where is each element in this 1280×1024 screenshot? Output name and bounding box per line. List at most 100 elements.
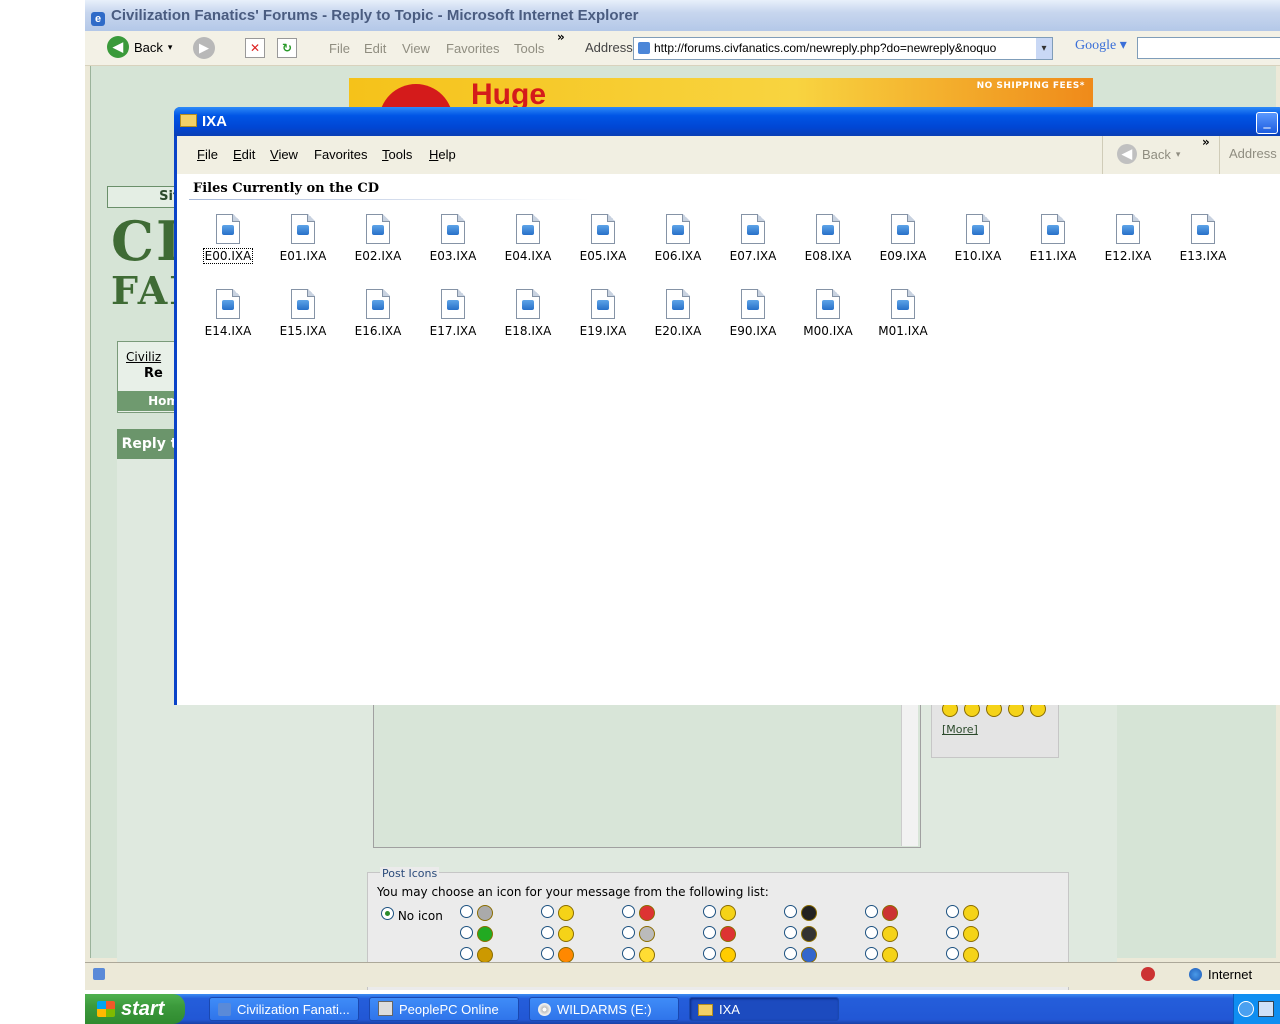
file-item[interactable]: E12.IXA	[1091, 214, 1165, 263]
post-icon-radio[interactable]	[622, 926, 635, 939]
post-icon-radio[interactable]	[460, 905, 473, 918]
ie-back-button[interactable]: ◀ Back ▾	[107, 36, 172, 58]
ie-menu-view[interactable]: View	[402, 41, 430, 56]
ie-menu-favorites[interactable]: Favorites	[446, 41, 499, 56]
post-icon-option[interactable]	[784, 926, 817, 942]
file-item[interactable]: E01.IXA	[266, 214, 340, 263]
ie-menu-edit[interactable]: Edit	[364, 41, 386, 56]
post-icon-radio[interactable]	[541, 905, 554, 918]
task-wildarms-drive[interactable]: WILDARMS (E:)	[529, 997, 679, 1021]
post-icon-radio[interactable]	[703, 905, 716, 918]
post-icon-radio[interactable]	[703, 926, 716, 939]
ie-forward-button[interactable]: ▶	[193, 37, 215, 59]
post-icon-option[interactable]	[865, 926, 898, 942]
post-icon-option[interactable]	[946, 926, 979, 942]
post-icon-option[interactable]	[541, 905, 574, 921]
post-icon-radio[interactable]	[946, 947, 959, 960]
file-item[interactable]: E07.IXA	[716, 214, 790, 263]
file-item[interactable]: E09.IXA	[866, 214, 940, 263]
menu-tools[interactable]: Tools	[382, 147, 412, 162]
post-icon-option[interactable]	[703, 926, 736, 942]
refresh-icon[interactable]: ↻	[277, 38, 297, 58]
google-search-input[interactable]	[1137, 37, 1280, 59]
post-icon-radio[interactable]	[703, 947, 716, 960]
post-icon-radio[interactable]	[946, 926, 959, 939]
post-icon-radio[interactable]	[865, 947, 878, 960]
ad-banner[interactable]: Huge NO SHIPPING FEES*	[349, 78, 1093, 108]
post-icon-radio[interactable]	[541, 926, 554, 939]
file-item[interactable]: E08.IXA	[791, 214, 865, 263]
post-icon-option[interactable]	[946, 947, 979, 963]
post-icon-option[interactable]	[784, 947, 817, 963]
menu-favorites[interactable]: Favorites	[314, 147, 367, 162]
task-ixa-folder[interactable]: IXA	[689, 997, 839, 1021]
tray-expand-icon[interactable]	[1238, 1001, 1254, 1017]
google-toolbar-logo[interactable]: Google ▾	[1075, 37, 1127, 54]
explorer-title-bar[interactable]: IXA	[174, 107, 1280, 136]
post-icon-radio[interactable]	[784, 947, 797, 960]
post-icon-radio[interactable]	[622, 905, 635, 918]
post-icon-option[interactable]	[541, 926, 574, 942]
explorer-toolbar-chevron[interactable]: »	[1202, 135, 1210, 149]
file-item[interactable]: E20.IXA	[641, 289, 715, 338]
file-item[interactable]: E05.IXA	[566, 214, 640, 263]
post-icon-radio[interactable]	[622, 947, 635, 960]
file-item[interactable]: E03.IXA	[416, 214, 490, 263]
file-item[interactable]: E19.IXA	[566, 289, 640, 338]
file-item[interactable]: E11.IXA	[1016, 214, 1090, 263]
post-icon-option[interactable]	[865, 947, 898, 963]
post-icon-option[interactable]	[460, 947, 493, 963]
post-icon-option[interactable]	[622, 905, 655, 921]
post-icon-option[interactable]	[946, 905, 979, 921]
ie-title-bar[interactable]: e Civilization Fanatics' Forums - Reply t…	[85, 0, 1280, 31]
file-item[interactable]: E15.IXA	[266, 289, 340, 338]
explorer-file-pane[interactable]: Files Currently on the CD E00.IXA E01.IXA…	[177, 174, 1280, 705]
ie-toolbar-chevron[interactable]: »	[557, 30, 565, 44]
file-item[interactable]: E90.IXA	[716, 289, 790, 338]
tray-network-icon[interactable]	[1258, 1001, 1274, 1017]
post-icon-option[interactable]	[460, 926, 493, 942]
menu-view[interactable]: View	[270, 147, 298, 162]
file-item[interactable]: E04.IXA	[491, 214, 565, 263]
post-icon-option[interactable]	[622, 947, 655, 963]
address-dropdown-icon[interactable]: ▾	[1036, 38, 1052, 59]
ie-menu-tools[interactable]: Tools	[514, 41, 544, 56]
ie-address-field[interactable]: http://forums.civfanatics.com/newreply.p…	[633, 37, 1053, 60]
file-item[interactable]: E10.IXA	[941, 214, 1015, 263]
file-item[interactable]: M00.IXA	[791, 289, 865, 338]
post-icon-radio[interactable]	[541, 947, 554, 960]
task-peoplepc[interactable]: PeoplePC Online	[369, 997, 519, 1021]
smilies-more-link[interactable]: [More]	[942, 723, 978, 736]
editor-scrollbar[interactable]	[901, 686, 918, 846]
file-item[interactable]: E06.IXA	[641, 214, 715, 263]
menu-help[interactable]: Help	[429, 147, 456, 162]
file-item[interactable]: E02.IXA	[341, 214, 415, 263]
stop-icon[interactable]: ✕	[245, 38, 265, 58]
post-icon-radio[interactable]	[460, 926, 473, 939]
task-civfanatics[interactable]: Civilization Fanati...	[209, 997, 359, 1021]
file-item[interactable]: E16.IXA	[341, 289, 415, 338]
popup-blocker-icon[interactable]	[1141, 967, 1155, 981]
post-icon-radio[interactable]	[784, 926, 797, 939]
no-icon-option[interactable]: No icon	[381, 907, 443, 923]
menu-file[interactable]: File	[197, 147, 218, 162]
post-icon-radio[interactable]	[865, 905, 878, 918]
breadcrumb-link[interactable]: Civiliz	[126, 350, 161, 364]
post-icon-radio[interactable]	[784, 905, 797, 918]
post-icon-option[interactable]	[622, 926, 655, 942]
start-button[interactable]: start	[85, 994, 185, 1024]
file-item[interactable]: M01.IXA	[866, 289, 940, 338]
back-dropdown-icon[interactable]: ▾	[168, 42, 173, 53]
file-item[interactable]: E14.IXA	[191, 289, 265, 338]
ie-menu-file[interactable]: File	[329, 41, 350, 56]
explorer-back-dropdown-icon[interactable]: ▾	[1176, 149, 1181, 160]
post-icon-option[interactable]	[865, 905, 898, 921]
post-icon-radio[interactable]	[865, 926, 878, 939]
post-icon-option[interactable]	[784, 905, 817, 921]
file-item[interactable]: E00.IXA	[191, 214, 265, 264]
minimize-button[interactable]: _	[1256, 112, 1278, 134]
post-icon-option[interactable]	[541, 947, 574, 963]
post-icon-option[interactable]	[460, 905, 493, 921]
post-icon-radio[interactable]	[460, 947, 473, 960]
file-item[interactable]: E18.IXA	[491, 289, 565, 338]
